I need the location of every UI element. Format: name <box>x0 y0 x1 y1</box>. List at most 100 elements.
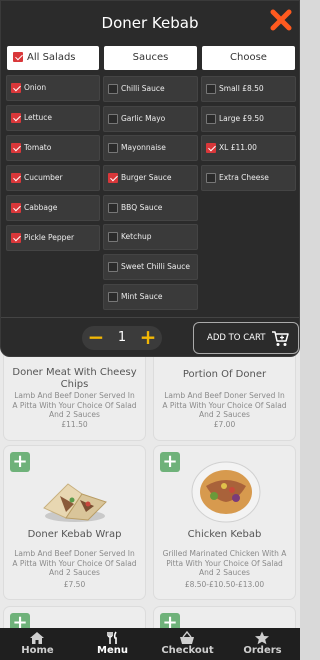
option-burger-sauce[interactable]: Burger Sauce <box>103 165 198 191</box>
option-cabbage[interactable]: Cabbage <box>6 195 100 221</box>
option-label: XL £11.00 <box>219 143 257 152</box>
checkbox[interactable] <box>11 173 21 183</box>
basket-icon <box>180 631 194 644</box>
add-to-cart-label: ADD TO CART <box>207 333 266 343</box>
divider <box>1 317 299 318</box>
checkbox[interactable] <box>108 203 118 213</box>
menu-card[interactable]: + Doner Kebab Wrap Lamb And Beef Doner S… <box>4 446 145 599</box>
option-large[interactable]: Large £9.50 <box>201 106 296 132</box>
star-icon <box>255 631 269 645</box>
nav-menu[interactable]: Menu <box>75 628 150 660</box>
nav-label: Orders <box>243 645 282 656</box>
option-mayonnaise[interactable]: Mayonnaise <box>103 135 198 161</box>
checkbox[interactable] <box>108 262 118 272</box>
option-ketchup[interactable]: Ketchup <box>103 224 198 250</box>
quantity-stepper: − 1 + <box>82 326 162 350</box>
option-pickle-pepper[interactable]: Pickle Pepper <box>6 225 100 251</box>
column-header-choose: Choose <box>202 46 295 70</box>
checkbox[interactable] <box>11 113 21 123</box>
option-extra-cheese[interactable]: Extra Cheese <box>201 165 296 191</box>
modal-title: Doner Kebab <box>101 14 199 32</box>
column-header-label: Choose <box>230 52 267 63</box>
option-label: Burger Sauce <box>121 173 172 182</box>
option-label: Onion <box>24 83 47 92</box>
nav-checkout[interactable]: Checkout <box>150 628 225 660</box>
option-label: Large £9.50 <box>219 114 264 123</box>
option-small[interactable]: Small £8.50 <box>201 76 296 102</box>
checkbox[interactable] <box>108 114 118 124</box>
column-header-sauces: Sauces <box>104 46 197 70</box>
nav-label: Menu <box>97 645 128 656</box>
checkbox[interactable] <box>11 143 21 153</box>
option-bbq-sauce[interactable]: BBQ Sauce <box>103 195 198 221</box>
checkbox[interactable] <box>11 83 21 93</box>
menu-card-price: £7.50 <box>63 580 86 589</box>
menu-card-description: Lamb And Beef Doner Served In A Pitta Wi… <box>162 391 287 419</box>
option-onion[interactable]: Onion <box>6 75 100 101</box>
checkbox[interactable] <box>206 84 216 94</box>
checkbox[interactable] <box>206 173 216 183</box>
menu-card-price: £11.50 <box>61 420 88 429</box>
checkbox[interactable] <box>108 84 118 94</box>
option-label: Chilli Sauce <box>121 84 165 93</box>
menu-card-title: Doner Kebab Wrap <box>27 529 122 540</box>
item-options-modal: Doner Kebab All Salads Sauces Choose Oni… <box>0 0 300 357</box>
option-label: Pickle Pepper <box>24 233 75 242</box>
menu-card-price: £7.00 <box>213 420 236 429</box>
option-label: Garlic Mayo <box>121 114 166 123</box>
menu-card-price: £8.50-£10.50-£13.00 <box>184 580 265 589</box>
checkbox[interactable] <box>108 292 118 302</box>
bottom-navigation: Home Menu Checkout Orders <box>0 628 300 660</box>
menu-card-description: Lamb And Beef Doner Served In A Pitta Wi… <box>12 391 137 419</box>
option-label: Lettuce <box>24 113 53 122</box>
checkbox[interactable] <box>11 203 21 213</box>
checkbox[interactable] <box>206 114 216 124</box>
option-cucumber[interactable]: Cucumber <box>6 165 100 191</box>
option-label: Cabbage <box>24 203 58 212</box>
checkbox[interactable] <box>11 233 21 243</box>
cart-add-icon <box>272 331 289 346</box>
checkbox[interactable] <box>108 232 118 242</box>
add-to-cart-button[interactable]: ADD TO CART <box>193 322 299 354</box>
checkbox[interactable] <box>13 52 23 62</box>
close-icon[interactable] <box>270 9 292 31</box>
add-item-button[interactable]: + <box>10 452 30 472</box>
chicken-kebab-image <box>191 461 261 523</box>
add-item-button[interactable]: + <box>160 452 180 472</box>
option-label: Ketchup <box>121 232 152 241</box>
menu-card-title: Chicken Kebab <box>187 529 262 540</box>
option-chilli-sauce[interactable]: Chilli Sauce <box>103 76 198 102</box>
nav-orders[interactable]: Orders <box>225 628 300 660</box>
menu-card[interactable]: + Chicken Kebab Grilled Marinated Chicke… <box>154 446 295 599</box>
option-tomato[interactable]: Tomato <box>6 135 100 161</box>
nav-home[interactable]: Home <box>0 628 75 660</box>
cutlery-icon <box>107 631 117 644</box>
checkbox[interactable] <box>108 173 118 183</box>
quantity-value: 1 <box>117 330 127 345</box>
home-icon <box>30 632 44 644</box>
option-label: Cucumber <box>24 173 63 182</box>
nav-label: Checkout <box>161 645 214 656</box>
column-header-label: All Salads <box>27 52 76 63</box>
column-header-label: Sauces <box>132 52 169 63</box>
menu-card-title: Doner Meat With Cheesy Chips <box>12 367 137 390</box>
option-label: Small £8.50 <box>219 84 264 93</box>
menu-card-description: Grilled Marinated Chicken With A Pitta W… <box>162 549 287 577</box>
option-label: BBQ Sauce <box>121 203 163 212</box>
nav-label: Home <box>21 645 54 656</box>
checkbox[interactable] <box>206 143 216 153</box>
option-xl[interactable]: XL £11.00 <box>201 135 296 161</box>
option-sweet-chilli-sauce[interactable]: Sweet Chilli Sauce <box>103 254 198 280</box>
increment-button[interactable]: + <box>137 326 159 350</box>
option-garlic-mayo[interactable]: Garlic Mayo <box>103 106 198 132</box>
option-label: Sweet Chilli Sauce <box>121 262 191 271</box>
all-salads-toggle[interactable]: All Salads <box>7 46 99 70</box>
option-label: Extra Cheese <box>219 173 269 182</box>
option-label: Mayonnaise <box>121 143 166 152</box>
option-lettuce[interactable]: Lettuce <box>6 105 100 131</box>
menu-card-description: Lamb And Beef Doner Served In A Pitta Wi… <box>12 549 137 577</box>
option-mint-sauce[interactable]: Mint Sauce <box>103 284 198 310</box>
checkbox[interactable] <box>108 143 118 153</box>
option-label: Tomato <box>24 143 52 152</box>
option-label: Mint Sauce <box>121 292 163 301</box>
